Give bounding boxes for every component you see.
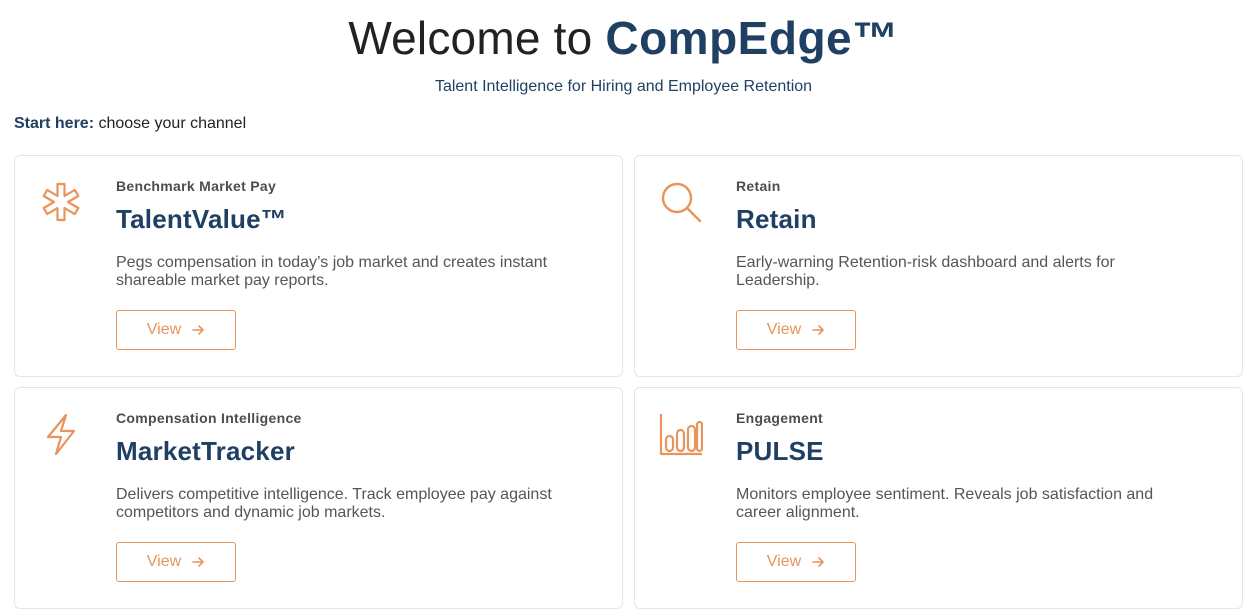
page: Welcome to CompEdge™ Talent Intelligence… [0, 0, 1247, 616]
arrow-right-icon [811, 555, 825, 569]
view-button-label: View [766, 553, 802, 570]
view-button-label: View [146, 553, 182, 570]
arrow-right-icon [191, 555, 205, 569]
card-eyebrow: Retain [736, 178, 781, 194]
view-talentvalue-button[interactable]: View [116, 310, 236, 350]
hero-header: Welcome to CompEdge™ Talent Intelligence… [0, 0, 1247, 97]
channel-grid: Benchmark Market Pay TalentValue™ Pegs c… [14, 155, 1243, 609]
arrow-right-icon [191, 323, 205, 337]
arrow-right-icon [811, 323, 825, 337]
card-eyebrow: Engagement [736, 410, 824, 426]
view-button-label: View [766, 321, 802, 338]
start-label: Start here: [14, 115, 95, 132]
card-eyebrow: Compensation Intelligence [116, 410, 302, 426]
view-pulse-button[interactable]: View [736, 542, 856, 582]
brand-name: CompEdge™ [605, 12, 899, 64]
start-text: choose your channel [94, 115, 247, 132]
card-title: PULSE [736, 436, 824, 466]
card-body: Retain Retain Early-warning Retention-ri… [736, 178, 1212, 350]
card-body: Benchmark Market Pay TalentValue™ Pegs c… [116, 178, 592, 350]
card-description: Monitors employee sentiment. Reveals job… [736, 486, 1154, 521]
search-icon [659, 180, 703, 224]
view-retain-button[interactable]: View [736, 310, 856, 350]
channel-card-markettracker: Compensation Intelligence MarketTracker … [14, 387, 623, 609]
view-button-label: View [146, 321, 182, 338]
page-subtitle: Talent Intelligence for Hiring and Emplo… [434, 78, 813, 95]
channel-card-retain: Retain Retain Early-warning Retention-ri… [634, 155, 1243, 377]
channel-card-talentvalue: Benchmark Market Pay TalentValue™ Pegs c… [14, 155, 623, 377]
card-body: Engagement PULSE Monitors employee senti… [736, 410, 1212, 582]
card-eyebrow: Benchmark Market Pay [116, 178, 277, 194]
page-title-prefix: Welcome to [348, 12, 606, 64]
card-title: MarketTracker [116, 436, 295, 466]
page-title: Welcome to CompEdge™ [0, 10, 1247, 66]
channel-card-pulse: Engagement PULSE Monitors employee senti… [634, 387, 1243, 609]
card-body: Compensation Intelligence MarketTracker … [116, 410, 592, 582]
card-description: Delivers competitive intelligence. Track… [116, 486, 552, 521]
bar-chart-icon [659, 412, 703, 456]
card-title: TalentValue™ [116, 204, 287, 234]
asterisk-icon [39, 180, 83, 224]
card-title: Retain [736, 204, 817, 234]
card-description: Early-warning Retention-risk dashboard a… [736, 254, 1115, 289]
start-instruction: Start here: choose your channel [14, 115, 246, 133]
lightning-icon [39, 412, 83, 456]
view-markettracker-button[interactable]: View [116, 542, 236, 582]
card-description: Pegs compensation in today’s job market … [116, 254, 548, 289]
